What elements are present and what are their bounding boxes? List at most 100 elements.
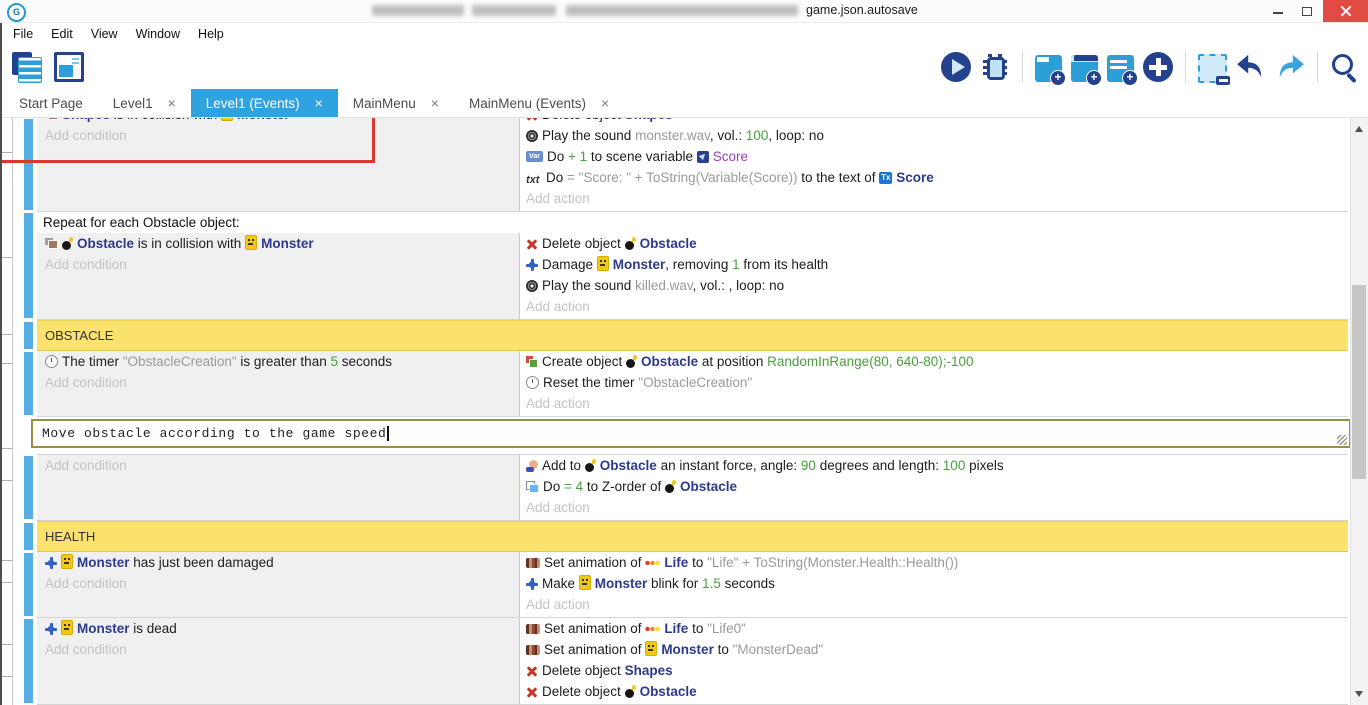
delete-icon xyxy=(526,118,538,121)
menu-item-help[interactable]: Help xyxy=(189,27,233,41)
condition-line[interactable]: Obstacle is in collision with Monster xyxy=(37,233,519,254)
add-condition-button[interactable]: Add condition xyxy=(37,125,519,146)
redo-button[interactable] xyxy=(1275,52,1305,82)
menu-item-file[interactable]: File xyxy=(4,27,42,41)
tab-close-icon[interactable]: × xyxy=(431,96,439,110)
parameter-value: 90 xyxy=(801,458,816,473)
action-line[interactable]: Damage Monster, removing 1 from its heal… xyxy=(520,254,1348,275)
add-event-button[interactable] xyxy=(1035,55,1062,82)
search-button[interactable] xyxy=(1330,52,1360,82)
action-line[interactable]: Delete object Shapes xyxy=(520,118,1348,125)
condition-line[interactable]: Shapes is in collision with Monster xyxy=(37,118,519,125)
selection-bar[interactable] xyxy=(24,553,33,616)
add-comment-button[interactable] xyxy=(1107,55,1134,82)
toolbar-separator xyxy=(1317,52,1318,82)
scroll-down-arrow[interactable] xyxy=(1355,691,1363,697)
scroll-thumb[interactable] xyxy=(1352,285,1366,479)
selection-bar[interactable] xyxy=(24,456,33,519)
add-subevent-button[interactable] xyxy=(1071,55,1098,82)
add-action-button[interactable]: Add action xyxy=(520,296,1348,317)
event-group-header[interactable]: HEALTH xyxy=(37,521,1348,552)
event-text: seconds xyxy=(721,576,775,591)
monster-icon xyxy=(645,641,657,656)
tab-start-page[interactable]: Start Page xyxy=(4,89,98,117)
tab-close-icon[interactable]: × xyxy=(315,96,323,110)
event-text: is dead xyxy=(130,621,177,636)
action-line[interactable]: Play the sound monster.wav, vol.: 100, l… xyxy=(520,125,1348,146)
action-line[interactable]: Do = "Score: " + ToString(Variable(Score… xyxy=(520,167,1348,188)
selection-bar[interactable] xyxy=(24,523,33,550)
add-condition-button[interactable]: Add condition xyxy=(37,455,519,476)
add-more-button[interactable] xyxy=(1143,52,1173,82)
scene-window-button[interactable] xyxy=(54,52,84,82)
action-line[interactable]: Do + 1 to scene variable Score xyxy=(520,146,1348,167)
fold-tick xyxy=(2,334,12,335)
menu-item-edit[interactable]: Edit xyxy=(42,27,82,41)
undo-button[interactable] xyxy=(1236,52,1266,82)
restore-button[interactable] xyxy=(1293,0,1323,22)
menu-item-view[interactable]: View xyxy=(82,27,127,41)
timer-icon xyxy=(45,355,58,368)
action-line[interactable]: Create object Obstacle at position Rando… xyxy=(520,351,1348,372)
condition-line[interactable]: Monster has just been damaged xyxy=(37,552,519,573)
scroll-up-arrow[interactable] xyxy=(1355,126,1363,132)
selection-bar[interactable] xyxy=(24,322,33,349)
action-line[interactable]: Delete object Shapes xyxy=(520,660,1348,681)
action-line[interactable]: Delete object Obstacle xyxy=(520,233,1348,254)
tab-close-icon[interactable]: × xyxy=(601,96,609,110)
object-name: Life xyxy=(664,555,688,570)
action-line[interactable]: Make Monster blink for 1.5 seconds xyxy=(520,573,1348,594)
close-button[interactable] xyxy=(1323,0,1368,22)
selection-bar[interactable] xyxy=(24,619,33,703)
tab-mainmenu-events-[interactable]: MainMenu (Events)× xyxy=(454,89,624,117)
selection-bar[interactable] xyxy=(24,119,33,210)
fold-tick xyxy=(2,676,12,677)
repeat-event-header[interactable]: Repeat for each Obstacle object: xyxy=(37,212,1348,233)
object-name: Monster xyxy=(661,642,714,657)
run-button[interactable] xyxy=(941,52,971,82)
vertical-scrollbar[interactable] xyxy=(1350,118,1368,705)
add-action-button[interactable]: Add action xyxy=(520,594,1348,615)
action-line[interactable]: Delete object Obstacle xyxy=(520,681,1348,702)
action-line[interactable]: Set animation of Monster to "MonsterDead… xyxy=(520,639,1348,660)
tab-level1[interactable]: Level1× xyxy=(98,89,191,117)
selection-bar[interactable] xyxy=(24,352,33,415)
menu-item-window[interactable]: Window xyxy=(127,27,189,41)
selection-bar[interactable] xyxy=(24,213,33,318)
event-group-header[interactable]: OBSTACLE xyxy=(37,320,1348,351)
tab-close-icon[interactable]: × xyxy=(168,96,176,110)
add-action-button[interactable]: Add action xyxy=(520,497,1348,518)
comment-box[interactable]: Move obstacle according to the game spee… xyxy=(31,419,1351,448)
toolbar-separator xyxy=(1022,52,1023,82)
action-line[interactable]: Set animation of Life to "Life" + ToStri… xyxy=(520,552,1348,573)
add-condition-button[interactable]: Add condition xyxy=(37,372,519,393)
action-line[interactable]: Play the sound killed.wav, vol.: , loop:… xyxy=(520,275,1348,296)
life-icon xyxy=(645,624,660,634)
tab-level1-events-[interactable]: Level1 (Events)× xyxy=(191,89,338,117)
add-condition-button[interactable]: Add condition xyxy=(37,639,519,660)
event-text: Create object xyxy=(542,354,626,369)
event-text: to scene variable xyxy=(587,149,697,164)
minimize-button[interactable] xyxy=(1263,0,1293,22)
action-line[interactable]: Set animation of Life to "Life0" xyxy=(520,618,1348,639)
add-action-button[interactable]: Add action xyxy=(520,188,1348,209)
add-condition-button[interactable]: Add condition xyxy=(37,254,519,275)
delete-event-button[interactable] xyxy=(1198,54,1227,83)
condition-line[interactable]: Monster is dead xyxy=(37,618,519,639)
action-line[interactable]: Do = 4 to Z-order of Obstacle xyxy=(520,476,1348,497)
force-icon xyxy=(526,460,538,472)
condition-line[interactable]: The timer "ObstacleCreation" is greater … xyxy=(37,351,519,372)
add-action-button[interactable]: Add action xyxy=(520,393,1348,414)
resize-grip[interactable] xyxy=(1337,435,1347,445)
event-row: Add conditionAdd to Obstacle an instant … xyxy=(37,455,1348,521)
debug-button[interactable] xyxy=(980,52,1010,82)
events-doc-button[interactable] xyxy=(12,52,42,82)
action-line[interactable]: Reset the timer "ObstacleCreation" xyxy=(520,372,1348,393)
event-text: Damage xyxy=(542,257,597,272)
action-line[interactable]: Add to Obstacle an instant force, angle:… xyxy=(520,455,1348,476)
event-row: Repeat for each Obstacle object:Obstacle… xyxy=(37,212,1348,320)
fold-tick xyxy=(2,363,12,364)
add-condition-button[interactable]: Add condition xyxy=(37,573,519,594)
tab-mainmenu[interactable]: MainMenu× xyxy=(338,89,454,117)
string-value: killed.wav xyxy=(635,278,693,293)
